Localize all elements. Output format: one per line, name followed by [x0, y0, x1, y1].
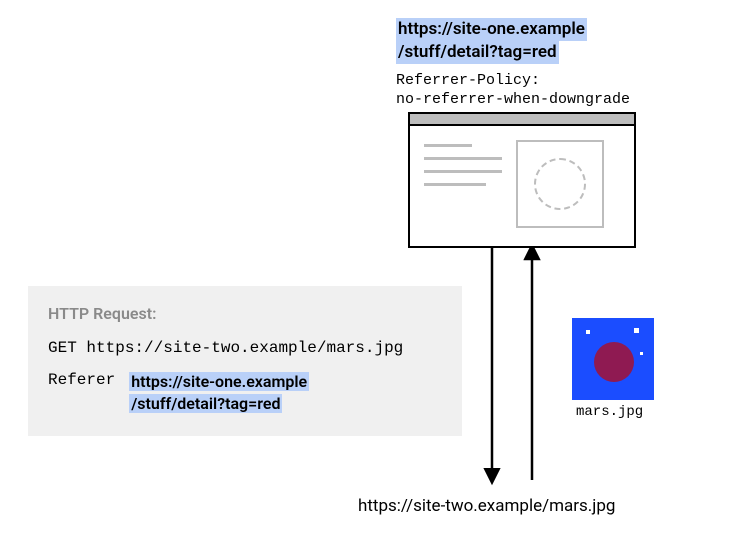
page-text-lines: [424, 140, 504, 232]
mars-image-caption: mars.jpg: [576, 404, 643, 420]
page-url: https://site-one.example /stuff/detail?t…: [396, 18, 587, 64]
browser-window: [408, 112, 636, 248]
http-referer-value-line1: https://site-one.example: [129, 372, 309, 391]
http-method: GET: [48, 339, 77, 357]
http-request-url: https://site-two.example/mars.jpg: [86, 339, 403, 357]
browser-body: [410, 126, 634, 246]
http-referer-header: Referer https://site-one.example /stuff/…: [48, 371, 442, 414]
mars-image: [572, 318, 654, 400]
http-request-line: GET https://site-two.example/mars.jpg: [48, 339, 442, 357]
http-request-title: HTTP Request:: [48, 304, 442, 323]
browser-titlebar: [410, 114, 634, 126]
page-url-line2: /stuff/detail?tag=red: [396, 41, 559, 64]
planet-icon: [594, 342, 634, 382]
placeholder-circle-icon: [534, 158, 586, 210]
referrer-policy: Referrer-Policy: no-referrer-when-downgr…: [396, 72, 630, 110]
image-placeholder: [516, 140, 604, 228]
referrer-policy-label: Referrer-Policy:: [396, 72, 540, 89]
http-referer-value-line2: /stuff/detail?tag=red: [129, 394, 282, 413]
http-referer-label: Referer: [48, 371, 115, 389]
image-source-url: https://site-two.example/mars.jpg: [358, 496, 615, 516]
referrer-policy-value: no-referrer-when-downgrade: [396, 91, 630, 108]
http-request-box: HTTP Request: GET https://site-two.examp…: [28, 286, 462, 436]
page-url-line1: https://site-one.example: [396, 18, 587, 41]
request-response-arrows-icon: [470, 248, 560, 488]
